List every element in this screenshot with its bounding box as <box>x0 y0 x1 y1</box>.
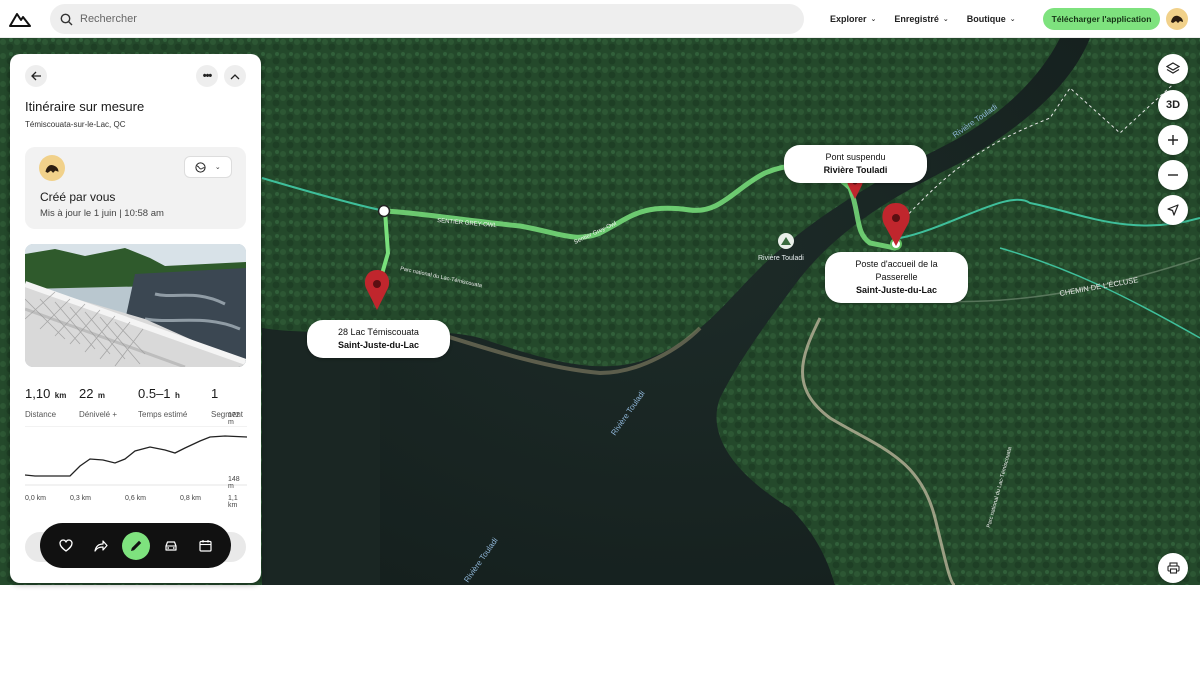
search-input[interactable] <box>80 13 760 25</box>
chevron-down-icon: ⌄ <box>942 16 949 23</box>
avatar-icon <box>45 164 59 173</box>
favorite-button[interactable] <box>52 532 80 560</box>
route-title: Itinéraire sur mesure <box>25 99 145 114</box>
more-options-button[interactable]: ••• <box>196 65 218 87</box>
share-arrow-icon <box>93 539 108 552</box>
location-arrow-icon <box>1167 204 1179 216</box>
car-icon <box>164 540 177 551</box>
profile-x-label: 1,1 km <box>228 495 238 509</box>
profile-x-label: 0,3 km <box>70 495 92 502</box>
3d-button[interactable]: 3D <box>1158 90 1188 120</box>
avatar-icon <box>1171 15 1183 23</box>
stat-distance: 1,10 km Distance <box>25 386 67 419</box>
route-photo[interactable] <box>25 244 246 367</box>
print-button[interactable] <box>1158 553 1188 583</box>
stat-elevation-gain: 22 m Dénivelé + <box>79 386 118 419</box>
directions-car-button[interactable] <box>157 532 185 560</box>
plus-icon <box>1168 135 1178 145</box>
creator-avatar <box>39 155 65 181</box>
route-panel: ••• Itinéraire sur mesure Témiscouata-su… <box>10 54 261 583</box>
print-icon <box>1166 562 1180 574</box>
profile-x-label: 0,0 km <box>25 495 47 502</box>
calendar-icon <box>199 540 212 552</box>
river-label: Rivière Touladi <box>758 255 804 262</box>
elevation-profile[interactable]: 172 m 148 m 0,0 km 0,3 km 0,6 km 0,8 km … <box>24 412 248 511</box>
profile-max-label: 172 m <box>228 412 240 426</box>
heart-icon <box>58 539 73 552</box>
back-button[interactable] <box>25 65 47 87</box>
chevron-up-icon <box>230 73 240 79</box>
profile-min-label: 148 m <box>228 476 240 490</box>
search-bar[interactable] <box>50 4 804 34</box>
nav-explorer[interactable]: Explorer ⌄ <box>830 14 876 24</box>
pin-label-poste-accueil[interactable]: Poste d'accueil de la Passerelle Saint-Ju… <box>825 252 968 303</box>
zoom-in-button[interactable] <box>1158 125 1188 155</box>
share-button[interactable] <box>87 532 115 560</box>
chevron-down-icon: ⌄ <box>870 16 877 23</box>
locate-button[interactable] <box>1158 195 1188 225</box>
profile-x-label: 0,8 km <box>180 495 202 502</box>
arrow-left-icon <box>30 71 41 81</box>
creator-card: ⌄ Créé par vous Mis à jour le 1 juin | 1… <box>25 147 246 229</box>
user-avatar[interactable] <box>1166 8 1188 30</box>
route-toolbar <box>40 523 231 568</box>
chevron-down-icon: ⌄ <box>214 164 221 171</box>
pin-label-pont-suspendu[interactable]: Pont suspendu Rivière Touladi <box>784 145 927 183</box>
alltrails-logo[interactable] <box>0 0 40 38</box>
nav-saved[interactable]: Enregistré ⌄ <box>894 14 948 24</box>
pin-label-lac-temiscouata[interactable]: 28 Lac Témiscouata Saint-Juste-du-Lac <box>307 320 450 358</box>
created-by-label: Créé par vous <box>40 190 116 204</box>
download-app-button[interactable]: Télécharger l'application <box>1043 8 1160 30</box>
calendar-button[interactable] <box>192 532 220 560</box>
pencil-icon <box>130 540 141 551</box>
main-nav: Explorer ⌄ Enregistré ⌄ Boutique ⌄ <box>830 0 1016 38</box>
nav-shop[interactable]: Boutique ⌄ <box>967 14 1016 24</box>
search-icon <box>60 13 73 25</box>
chevron-down-icon: ⌄ <box>1009 16 1016 23</box>
globe-icon <box>195 161 206 173</box>
layers-button[interactable] <box>1158 54 1188 84</box>
minus-icon <box>1168 174 1178 176</box>
visibility-dropdown[interactable]: ⌄ <box>184 156 232 178</box>
stat-estimated-time: 0.5–1 h Temps estimé <box>138 386 188 419</box>
layers-icon <box>1166 62 1180 74</box>
route-location: Témiscouata-sur-le-Lac, QC <box>25 120 126 129</box>
top-bar: Explorer⌄ Enregistré⌄ Boutique⌄ Téléchar… <box>0 0 1200 38</box>
zoom-out-button[interactable] <box>1158 160 1188 190</box>
updated-timestamp: Mis à jour le 1 juin | 10:58 am <box>40 208 164 219</box>
profile-x-label: 0,6 km <box>125 495 147 502</box>
edit-route-button[interactable] <box>121 531 150 560</box>
more-dots-icon: ••• <box>202 70 213 82</box>
collapse-button[interactable] <box>224 65 246 87</box>
